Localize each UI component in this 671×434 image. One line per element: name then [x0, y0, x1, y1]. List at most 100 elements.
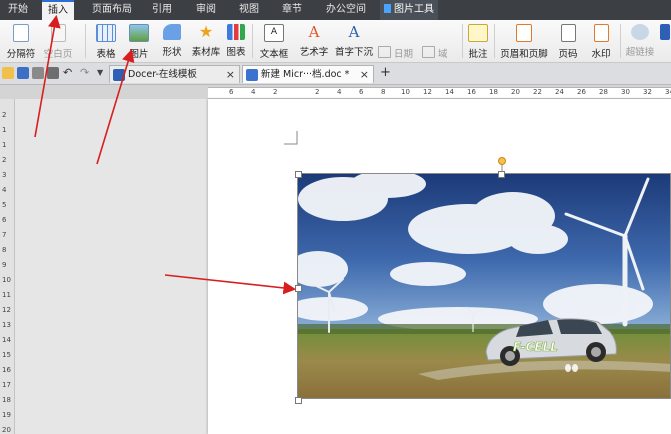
ruler-tick-label: 18	[489, 88, 498, 96]
field-button[interactable]: 域	[422, 46, 448, 60]
ruler-tick-label: 26	[577, 88, 586, 96]
picture-tools-icon	[384, 4, 391, 13]
header-footer-button[interactable]: 页眉和页脚	[499, 22, 549, 60]
page-number-label: 页码	[558, 49, 578, 60]
chevron-down-icon[interactable]: ▼	[97, 67, 109, 79]
ruler-tick-label: 10	[401, 88, 410, 96]
ruler-tick-label: 6	[359, 88, 364, 96]
hyperlink-button[interactable]: 超链接	[624, 22, 656, 60]
tab-page-layout[interactable]: 页面布局	[88, 0, 136, 20]
tab-references[interactable]: 引用	[146, 0, 178, 20]
chart-button[interactable]: 图表	[224, 22, 248, 60]
tab-view[interactable]: 视图	[233, 0, 265, 20]
ribbon-separator	[620, 24, 621, 58]
blank-page-label: 空白页	[43, 49, 73, 60]
tab-insert[interactable]: 插入	[42, 0, 74, 20]
inserted-picture[interactable]: F-CELL	[297, 173, 671, 399]
tab-review[interactable]: 审阅	[190, 0, 222, 20]
hyperlink-icon	[631, 24, 649, 40]
comment-button[interactable]: 批注	[466, 22, 490, 60]
watermark-button[interactable]: 水印	[586, 22, 616, 60]
save-icon[interactable]	[17, 67, 29, 79]
ruler-tick-label: 4	[251, 88, 256, 96]
resize-handle-bottom-left[interactable]	[295, 397, 302, 404]
close-icon[interactable]: ×	[360, 66, 369, 83]
ruler-tick-label: 6	[229, 88, 234, 96]
ruler-tick-label: 13	[2, 321, 11, 329]
tab-start[interactable]: 开始	[2, 0, 34, 20]
comment-label: 批注	[468, 49, 488, 60]
print-preview-icon[interactable]	[47, 67, 59, 79]
textbox-label: 文本框	[259, 49, 289, 60]
redo-icon[interactable]: ↷	[80, 67, 92, 79]
tab-office-space[interactable]: 办公空间	[320, 0, 372, 20]
ruler-tick-label: 3	[2, 171, 7, 179]
page-number-button[interactable]: 页码	[553, 22, 583, 60]
ruler-tick-label: 8	[381, 88, 386, 96]
textbox-button[interactable]: A 文本框	[258, 22, 290, 60]
tab-new-document[interactable]: 新建 Micr···档.doc * ×	[242, 65, 374, 83]
horizontal-ruler[interactable]: 642246810121416182022242628303234	[208, 87, 671, 99]
calendar-icon	[378, 46, 391, 58]
wordart-icon: A	[308, 23, 320, 41]
chart-label: 图表	[226, 47, 246, 58]
chart-icon	[227, 24, 245, 40]
picture-tools-label: 图片工具	[394, 4, 434, 15]
vertical-ruler[interactable]: 2 1 1 2 3 4 5 6 7 8 9 10 11 12 13 14 15 16 17 18 19 20	[0, 99, 15, 434]
ruler-tick-label: 20	[2, 426, 11, 434]
page-break-icon	[13, 24, 29, 42]
ruler-tick-label: 14	[445, 88, 454, 96]
date-label: 日期	[394, 49, 414, 60]
table-button[interactable]: 表格	[91, 22, 121, 60]
print-icon[interactable]	[32, 67, 44, 79]
material-library-button[interactable]: ★ 素材库	[190, 22, 222, 60]
ruler-tick-label: 12	[2, 306, 11, 314]
ruler-tick-label: 2	[2, 111, 7, 119]
page-break-button[interactable]: 分隔符	[2, 22, 40, 60]
shapes-icon	[163, 24, 181, 40]
ruler-tick-label: 16	[2, 366, 11, 374]
close-icon[interactable]: ×	[226, 66, 235, 83]
ruler-tick-label: 34	[665, 88, 671, 96]
ruler-tick-label: 10	[2, 276, 11, 284]
open-folder-icon[interactable]	[2, 67, 14, 79]
resize-handle-top-left[interactable]	[295, 171, 302, 178]
ruler-tick-label: 6	[2, 216, 7, 224]
ruler-tick-label: 17	[2, 381, 11, 389]
ruler-tick-label: 18	[2, 396, 11, 404]
ruler-tick-label: 1	[2, 141, 7, 149]
ruler-tick-label: 1	[2, 126, 7, 134]
textbox-icon: A	[264, 24, 284, 42]
page-break-label: 分隔符	[6, 49, 36, 60]
ribbon-separator	[85, 24, 86, 58]
shapes-button[interactable]: 形状	[157, 22, 187, 60]
resize-handle-left[interactable]	[295, 285, 302, 292]
ruler-tick-label: 4	[337, 88, 342, 96]
material-library-label: 素材库	[191, 47, 221, 58]
ruler-tick-label: 19	[2, 411, 11, 419]
tab-picture-tools[interactable]: 图片工具	[380, 0, 438, 20]
ruler-tick-label: 15	[2, 351, 11, 359]
wordart-button[interactable]: A 艺术字	[298, 22, 330, 60]
date-button[interactable]: 日期	[378, 46, 413, 60]
drop-cap-button[interactable]: A 首字下沉	[334, 22, 374, 60]
ruler-tick-label: 11	[2, 291, 11, 299]
ribbon-separator	[252, 24, 253, 58]
picture-button[interactable]: 图片	[124, 22, 154, 60]
tab-docer-templates[interactable]: Docer-在线模板 ×	[109, 65, 240, 83]
resize-handle-top[interactable]	[498, 171, 505, 178]
picture-label: 图片	[129, 49, 149, 60]
blank-page-button[interactable]: 空白页	[40, 22, 76, 60]
tab-chapter[interactable]: 章节	[276, 0, 308, 20]
ruler-tick-label: 4	[2, 186, 7, 194]
undo-icon[interactable]: ↶	[63, 67, 75, 79]
table-label: 表格	[96, 49, 116, 60]
table-icon	[96, 24, 116, 42]
blank-page-icon	[50, 24, 66, 42]
comment-icon	[468, 24, 488, 42]
add-tab-icon[interactable]: +	[380, 65, 391, 80]
ribbon-toolbar: 分隔符 空白页 表格 图片 形状 ★ 素材库 图表 A 文本框 A 艺术字 A …	[0, 20, 671, 78]
field-icon	[422, 46, 435, 58]
more-button[interactable]	[658, 22, 671, 60]
picture-icon	[129, 24, 149, 42]
